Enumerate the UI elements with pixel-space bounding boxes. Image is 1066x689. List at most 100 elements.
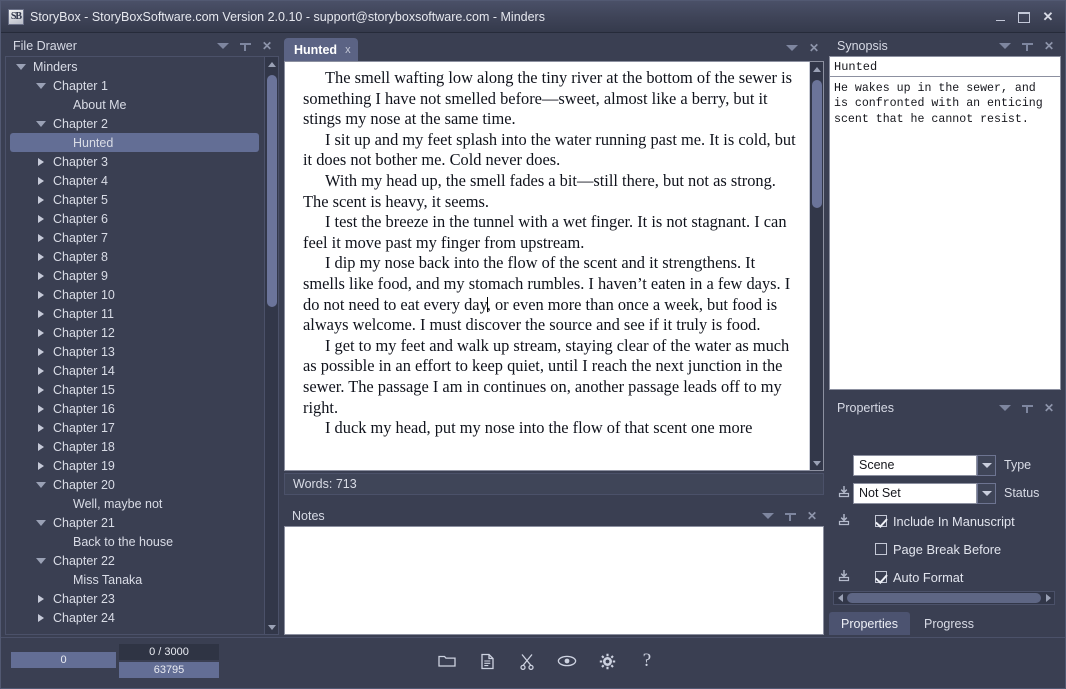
tree-node[interactable]: Chapter 19 <box>6 456 265 475</box>
synopsis-pin-button[interactable] <box>1019 38 1035 54</box>
twisty-expanded-icon[interactable] <box>34 516 48 530</box>
tree-node[interactable]: Chapter 12 <box>6 323 265 342</box>
tree-node[interactable]: Miss Tanaka <box>6 570 265 589</box>
twisty-collapsed-icon[interactable] <box>34 288 48 302</box>
tree-node[interactable]: Chapter 5 <box>6 190 265 209</box>
editor-scrollbar-thumb[interactable] <box>812 80 822 208</box>
twisty-collapsed-icon[interactable] <box>34 440 48 454</box>
tree-node[interactable]: Chapter 14 <box>6 361 265 380</box>
manuscript-text[interactable]: The smell wafting low along the tiny riv… <box>285 62 807 470</box>
twisty-collapsed-icon[interactable] <box>34 212 48 226</box>
twisty-collapsed-icon[interactable] <box>34 269 48 283</box>
maximize-button[interactable] <box>1013 6 1035 28</box>
notes-text-area[interactable] <box>284 526 824 635</box>
notes-pin-button[interactable] <box>782 508 798 524</box>
tree-node[interactable]: Chapter 16 <box>6 399 265 418</box>
synopsis-body-textarea[interactable]: He wakes up in the sewer, and is confron… <box>829 77 1061 390</box>
twisty-expanded-icon[interactable] <box>34 79 48 93</box>
twisty-collapsed-icon[interactable] <box>34 193 48 207</box>
tree-scrollbar-thumb[interactable] <box>267 75 277 307</box>
eye-icon[interactable] <box>556 650 578 672</box>
tree-node[interactable]: Chapter 2 <box>6 114 265 133</box>
twisty-collapsed-icon[interactable] <box>34 250 48 264</box>
tree-node[interactable]: Chapter 22 <box>6 551 265 570</box>
tree-node[interactable]: Hunted <box>10 133 259 152</box>
twisty-collapsed-icon[interactable] <box>34 383 48 397</box>
notes-close-button[interactable]: ✕ <box>804 508 820 524</box>
file-drawer-menu-button[interactable] <box>215 38 231 54</box>
tree-node[interactable]: Chapter 20 <box>6 475 265 494</box>
include-in-manuscript-checkbox[interactable] <box>875 515 887 527</box>
tree-node[interactable]: Chapter 13 <box>6 342 265 361</box>
properties-horizontal-scrollbar[interactable] <box>833 591 1055 605</box>
tree-node[interactable]: Chapter 15 <box>6 380 265 399</box>
tree-node[interactable]: Minders <box>6 57 265 76</box>
properties-menu-button[interactable] <box>997 400 1013 416</box>
status-select[interactable]: Not Set <box>853 482 977 504</box>
tree-node[interactable]: Chapter 8 <box>6 247 265 266</box>
tab-properties[interactable]: Properties <box>829 612 910 635</box>
tree-node[interactable]: Chapter 11 <box>6 304 265 323</box>
twisty-collapsed-icon[interactable] <box>34 307 48 321</box>
properties-close-button[interactable]: ✕ <box>1041 400 1057 416</box>
twisty-collapsed-icon[interactable] <box>34 402 48 416</box>
editor-vertical-scrollbar[interactable] <box>809 62 823 470</box>
properties-scroll-right-button[interactable] <box>1042 592 1054 604</box>
twisty-collapsed-icon[interactable] <box>34 421 48 435</box>
help-icon[interactable]: ? <box>636 650 658 672</box>
twisty-collapsed-icon[interactable] <box>34 155 48 169</box>
notes-menu-button[interactable] <box>760 508 776 524</box>
twisty-collapsed-icon[interactable] <box>34 231 48 245</box>
gear-icon[interactable] <box>596 650 618 672</box>
editor-text-area[interactable]: The smell wafting low along the tiny riv… <box>284 61 824 471</box>
open-folder-icon[interactable] <box>436 650 458 672</box>
type-select[interactable]: Scene <box>853 454 977 476</box>
tree-node[interactable]: Chapter 3 <box>6 152 265 171</box>
twisty-collapsed-icon[interactable] <box>34 345 48 359</box>
twisty-collapsed-icon[interactable] <box>34 364 48 378</box>
twisty-expanded-icon[interactable] <box>34 117 48 131</box>
twisty-collapsed-icon[interactable] <box>34 611 48 625</box>
apply-to-all-icon[interactable] <box>837 513 853 529</box>
tree-vertical-scrollbar[interactable] <box>264 57 278 634</box>
twisty-expanded-icon[interactable] <box>34 554 48 568</box>
editor-scroll-down-button[interactable] <box>810 456 824 470</box>
auto-format-checkbox[interactable] <box>875 571 887 583</box>
twisty-expanded-icon[interactable] <box>14 60 28 74</box>
page-break-before-checkbox[interactable] <box>875 543 887 555</box>
close-button[interactable]: ✕ <box>1037 6 1059 28</box>
apply-to-all-icon[interactable] <box>837 569 853 585</box>
tree-node[interactable]: Chapter 1 <box>6 76 265 95</box>
editor-menu-button[interactable] <box>784 40 800 56</box>
tree-node[interactable]: About Me <box>6 95 265 114</box>
scissors-icon[interactable] <box>516 650 538 672</box>
file-drawer-tree[interactable]: Minders Chapter 1 About Me Chapter 2 Hunted C… <box>5 56 279 635</box>
properties-scroll-left-button[interactable] <box>834 592 846 604</box>
tab-close-icon[interactable]: x <box>345 44 351 56</box>
synopsis-title-input[interactable]: Hunted <box>829 56 1061 77</box>
status-select-arrow[interactable] <box>977 482 996 504</box>
minimize-button[interactable] <box>989 6 1011 28</box>
tab-hunted[interactable]: Hunted x <box>284 38 358 61</box>
twisty-collapsed-icon[interactable] <box>34 326 48 340</box>
apply-to-all-icon[interactable] <box>837 485 853 501</box>
editor-close-button[interactable]: ✕ <box>806 40 822 56</box>
editor-scroll-up-button[interactable] <box>810 62 824 76</box>
tree-node[interactable]: Chapter 17 <box>6 418 265 437</box>
tree-node[interactable]: Chapter 6 <box>6 209 265 228</box>
tree-node[interactable]: Back to the house <box>6 532 265 551</box>
file-drawer-close-button[interactable]: ✕ <box>259 38 275 54</box>
twisty-collapsed-icon[interactable] <box>34 592 48 606</box>
tree-node[interactable]: Chapter 9 <box>6 266 265 285</box>
tree-node[interactable]: Chapter 10 <box>6 285 265 304</box>
twisty-collapsed-icon[interactable] <box>34 459 48 473</box>
synopsis-close-button[interactable]: ✕ <box>1041 38 1057 54</box>
twisty-collapsed-icon[interactable] <box>34 174 48 188</box>
file-drawer-pin-button[interactable] <box>237 38 253 54</box>
tree-node[interactable]: Well, maybe not <box>6 494 265 513</box>
new-document-icon[interactable] <box>476 650 498 672</box>
tree-node[interactable]: Chapter 18 <box>6 437 265 456</box>
synopsis-menu-button[interactable] <box>997 38 1013 54</box>
properties-pin-button[interactable] <box>1019 400 1035 416</box>
tree-scroll-down-button[interactable] <box>265 620 278 634</box>
